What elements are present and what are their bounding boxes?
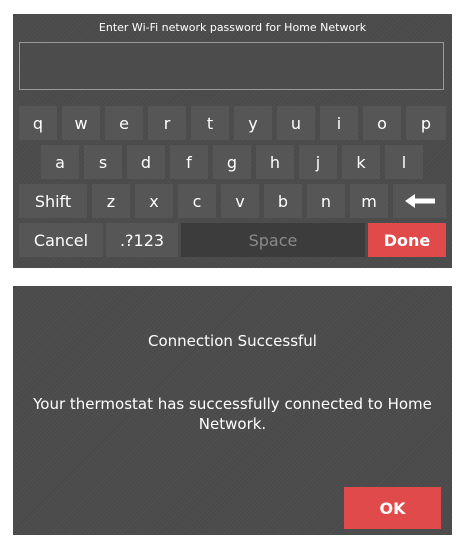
backspace-key[interactable] [393, 184, 446, 218]
key-y[interactable]: y [234, 106, 272, 140]
key-t[interactable]: t [191, 106, 229, 140]
key-s[interactable]: s [84, 145, 122, 179]
password-entry-screen: Enter Wi-Fi network password for Home Ne… [13, 14, 452, 268]
key-a[interactable]: a [41, 145, 79, 179]
ok-button[interactable]: OK [344, 487, 441, 529]
numbers-symbols-key[interactable]: .?123 [106, 223, 178, 257]
key-f[interactable]: f [170, 145, 208, 179]
shift-key[interactable]: Shift [19, 184, 87, 218]
key-w[interactable]: w [62, 106, 100, 140]
key-d[interactable]: d [127, 145, 165, 179]
key-m[interactable]: m [350, 184, 388, 218]
password-input[interactable] [19, 42, 444, 90]
key-z[interactable]: z [92, 184, 130, 218]
success-message: Your thermostat has successfully connect… [33, 395, 432, 433]
key-k[interactable]: k [342, 145, 380, 179]
password-prompt: Enter Wi-Fi network password for Home Ne… [98, 21, 367, 34]
success-title: Connection Successful [148, 332, 317, 350]
key-q[interactable]: q [19, 106, 57, 140]
key-i[interactable]: i [320, 106, 358, 140]
key-x[interactable]: x [135, 184, 173, 218]
key-r[interactable]: r [148, 106, 186, 140]
key-h[interactable]: h [256, 145, 294, 179]
key-l[interactable]: l [385, 145, 423, 179]
connection-success-screen: Connection Successful Your thermostat ha… [13, 286, 452, 535]
space-key[interactable]: Space [181, 223, 365, 257]
key-e[interactable]: e [105, 106, 143, 140]
key-n[interactable]: n [307, 184, 345, 218]
key-g[interactable]: g [213, 145, 251, 179]
key-p[interactable]: p [406, 106, 446, 140]
done-button[interactable]: Done [368, 223, 446, 257]
key-u[interactable]: u [277, 106, 315, 140]
cancel-button[interactable]: Cancel [19, 223, 103, 257]
key-b[interactable]: b [264, 184, 302, 218]
key-j[interactable]: j [299, 145, 337, 179]
key-v[interactable]: v [221, 184, 259, 218]
left-arrow-icon [404, 194, 435, 208]
key-o[interactable]: o [363, 106, 401, 140]
key-c[interactable]: c [178, 184, 216, 218]
